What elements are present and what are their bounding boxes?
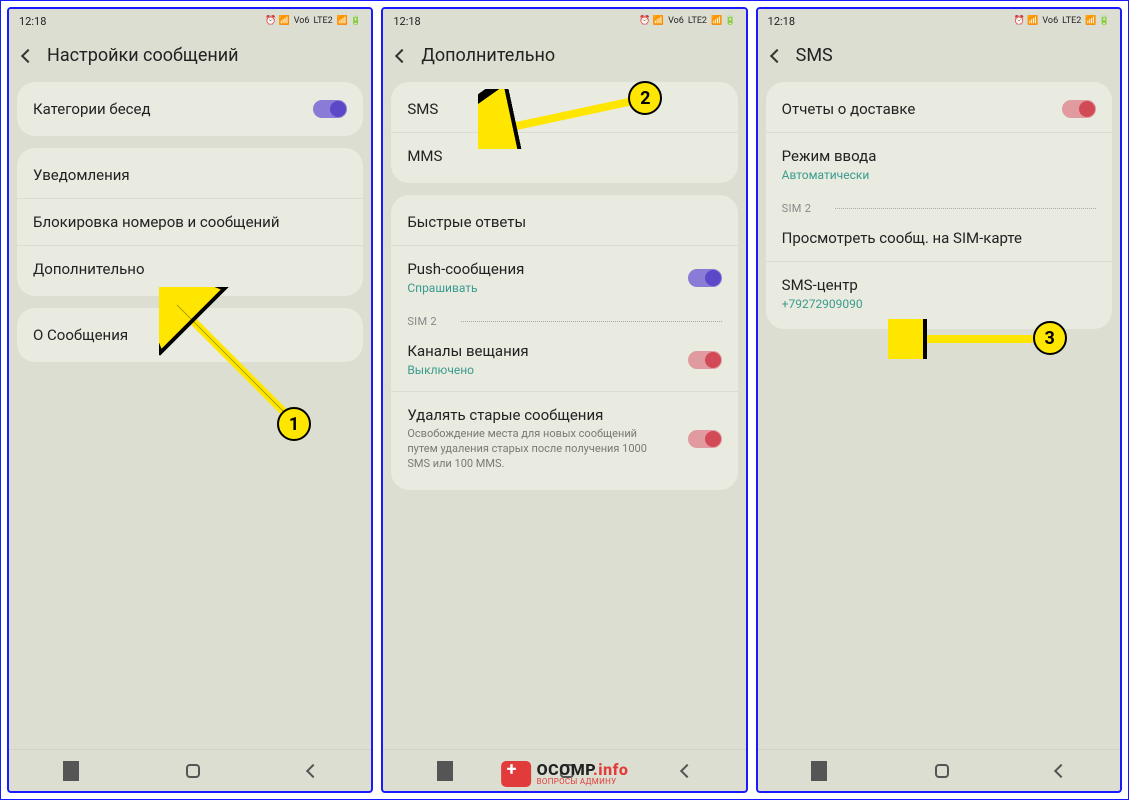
status-icons: ⏰ 📶 Vo6 LTE2 📶 🔋 [1014,16,1110,26]
title-bar: Дополнительно [383,33,745,82]
watermark: OCOMP.info ВОПРОСЫ АДМИНУ [501,761,629,787]
back-icon[interactable] [21,48,35,62]
nav-bar [9,749,371,791]
page-title: Настройки сообщений [47,45,239,66]
watermark-badge-icon [501,761,531,787]
row-label: Уведомления [33,166,130,184]
row-label: Дополнительно [33,260,145,278]
nav-recent-icon[interactable] [437,766,453,776]
row-label: Push-сообщения [407,260,524,278]
nav-bar [758,749,1120,791]
row-more[interactable]: Дополнительно [17,245,363,292]
row-sublabel: Автоматически [782,168,870,182]
sim-label: SIM 2 [766,196,828,215]
status-bar: 12:18 ⏰ 📶 Vo6 LTE2 📶 🔋 [9,9,371,33]
nav-home-icon[interactable] [935,764,949,778]
annotation-arrow-3 [888,319,1048,359]
row-label: Блокировка номеров и сообщений [33,213,279,231]
annotation-circle-3: 3 [1033,321,1067,355]
row-delivery-reports[interactable]: Отчеты о доставке [766,86,1112,132]
nav-home-icon[interactable] [186,764,200,778]
row-sublabel: Спрашивать [407,281,524,295]
row-label: Каналы вещания [407,342,528,360]
sim-label: SIM 2 [391,309,453,328]
status-bar: 12:18 ⏰ 📶 Vo6 LTE2 📶 🔋 [383,9,745,33]
row-categories[interactable]: Категории бесед [17,86,363,132]
nav-back-icon[interactable] [1054,763,1068,777]
row-description: Освобождение места для новых сообщений п… [407,427,657,472]
row-view-sim-messages[interactable]: Просмотреть сообщ. на SIM-карте [766,215,1112,261]
row-quick-replies[interactable]: Быстрые ответы [391,199,737,245]
row-label: SMS-центр [782,276,858,294]
row-push[interactable]: Push-сообщения Спрашивать [391,245,737,309]
row-label: SMS [407,100,438,118]
annotation-arrow-2 [478,89,648,149]
toggle-delete-old[interactable] [688,430,722,448]
back-icon[interactable] [395,48,409,62]
nav-recent-icon[interactable] [811,766,827,776]
row-label: Режим ввода [782,147,877,165]
nav-back-icon[interactable] [306,763,320,777]
nav-recent-icon[interactable] [63,766,79,776]
phone-screen-2: 12:18 ⏰ 📶 Vo6 LTE2 📶 🔋 Дополнительно SMS… [381,7,747,793]
row-input-mode[interactable]: Режим ввода Автоматически [766,132,1112,196]
annotation-circle-1: 1 [277,407,311,441]
title-bar: SMS [758,33,1120,82]
row-label: Категории бесед [33,100,151,118]
toggle-categories[interactable] [313,100,347,118]
row-delete-old[interactable]: Удалять старые сообщения Освобождение ме… [391,391,737,486]
row-notifications[interactable]: Уведомления [17,152,363,198]
status-time: 12:18 [393,15,420,28]
phone-screen-3: 12:18 ⏰ 📶 Vo6 LTE2 📶 🔋 SMS Отчеты о дост… [756,7,1122,793]
row-channels[interactable]: Каналы вещания Выключено [391,328,737,391]
row-label: Быстрые ответы [407,213,526,231]
row-label: Просмотреть сообщ. на SIM-карте [782,229,1022,247]
status-bar: 12:18 ⏰ 📶 Vo6 LTE2 📶 🔋 [758,9,1120,33]
nav-back-icon[interactable] [680,763,694,777]
watermark-title: OCOMP.info [537,762,629,778]
toggle-channels[interactable] [688,351,722,369]
row-sms-center[interactable]: SMS-центр +79272909090 [766,261,1112,325]
toggle-push[interactable] [688,269,722,287]
row-label: Отчеты о доставке [782,100,916,118]
watermark-subtitle: ВОПРОСЫ АДМИНУ [537,778,629,786]
phone-screen-1: 12:18 ⏰ 📶 Vo6 LTE2 📶 🔋 Настройки сообщен… [7,7,373,793]
row-sublabel: +79272909090 [782,297,863,311]
row-label: Удалять старые сообщения [407,406,603,424]
title-bar: Настройки сообщений [9,33,371,82]
row-label: MMS [407,147,442,165]
toggle-delivery[interactable] [1062,100,1096,118]
page-title: SMS [796,45,833,66]
status-time: 12:18 [19,15,46,28]
status-icons: ⏰ 📶 Vo6 LTE2 📶 🔋 [639,16,735,26]
row-label: О Сообщения [33,326,128,344]
page-title: Дополнительно [421,45,555,66]
back-icon[interactable] [770,48,784,62]
row-sublabel: Выключено [407,363,528,377]
status-icons: ⏰ 📶 Vo6 LTE2 📶 🔋 [265,16,361,26]
row-blocking[interactable]: Блокировка номеров и сообщений [17,198,363,245]
status-time: 12:18 [768,15,795,28]
